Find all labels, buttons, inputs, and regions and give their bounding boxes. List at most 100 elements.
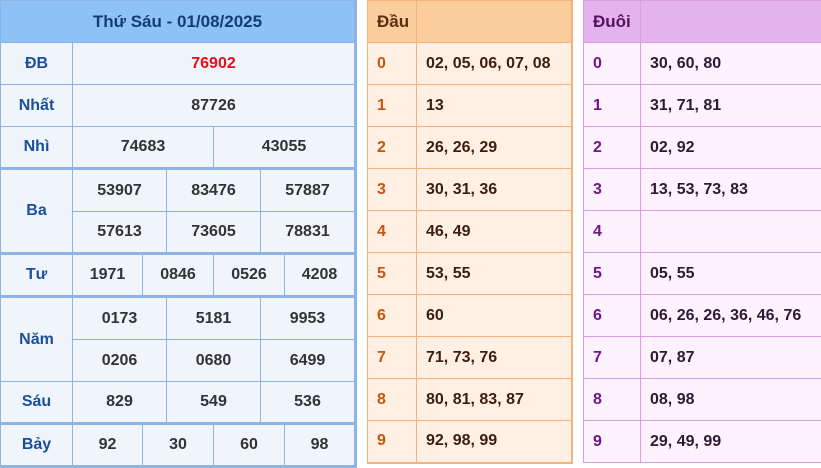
prize-number: 9953: [261, 298, 356, 340]
duoi-row: 030, 60, 80: [584, 43, 821, 85]
dau-header-blank: [417, 1, 572, 43]
duoi-digit: 6: [584, 295, 641, 337]
duoi-values: 06, 26, 26, 36, 46, 76: [641, 295, 821, 337]
prize-label: Tư: [1, 255, 73, 297]
prize-row-bay: Bảy 92 30 60 98: [1, 425, 356, 467]
dau-values: 30, 31, 36: [417, 169, 572, 211]
prize-row-nhat: Nhất 87726: [1, 85, 356, 127]
dau-digit: 1: [368, 85, 417, 127]
dau-values: 80, 81, 83, 87: [417, 379, 572, 421]
duoi-values: 29, 49, 99: [641, 421, 821, 463]
prize-number: 92: [73, 425, 143, 467]
prize-number: 549: [167, 382, 261, 424]
duoi-header: Đuôi: [584, 1, 641, 43]
prize-number: 4208: [285, 255, 356, 297]
dau-values: 02, 05, 06, 07, 08: [417, 43, 572, 85]
dau-values: 60: [417, 295, 572, 337]
prize-number: 60: [214, 425, 285, 467]
duoi-digit: 4: [584, 211, 641, 253]
prize-number: 74683: [73, 127, 214, 169]
prize-number: 0173: [73, 298, 167, 340]
dau-digit: 6: [368, 295, 417, 337]
dau-digit: 4: [368, 211, 417, 253]
duoi-digit: 2: [584, 127, 641, 169]
results-table-tu: Tư 1971 0846 0526 4208: [0, 254, 357, 298]
duoi-row: 929, 49, 99: [584, 421, 821, 463]
duoi-row: 202, 92: [584, 127, 821, 169]
prize-number: 53907: [73, 170, 167, 212]
prize-number: 87726: [73, 85, 356, 127]
duoi-digit: 5: [584, 253, 641, 295]
results-table-nam: Năm 0173 5181 9953 0206 0680 6499 Sáu 82…: [0, 297, 357, 425]
duoi-values: 02, 92: [641, 127, 821, 169]
dau-digit: 0: [368, 43, 417, 85]
prize-number: 83476: [167, 170, 261, 212]
dau-values: 71, 73, 76: [417, 337, 572, 379]
prize-number: 98: [285, 425, 356, 467]
dau-digit: 5: [368, 253, 417, 295]
duoi-digit: 9: [584, 421, 641, 463]
prize-number: 0206: [73, 340, 167, 382]
duoi-row: 707, 87: [584, 337, 821, 379]
dau-row: 446, 49: [368, 211, 572, 253]
prize-row-db: ĐB 76902: [1, 43, 356, 85]
duoi-row: 808, 98: [584, 379, 821, 421]
duoi-header-blank: [641, 1, 821, 43]
duoi-values: 31, 71, 81: [641, 85, 821, 127]
dau-row: 553, 55: [368, 253, 572, 295]
duoi-values: 08, 98: [641, 379, 821, 421]
dau-row: 660: [368, 295, 572, 337]
dau-digit: 9: [368, 421, 417, 463]
duoi-values: 05, 55: [641, 253, 821, 295]
results-panel: Thứ Sáu - 01/08/2025 ĐB 76902 Nhất 87726…: [0, 0, 355, 464]
prize-row-nam-1: Năm 0173 5181 9953: [1, 298, 356, 340]
prize-number: 43055: [214, 127, 356, 169]
duoi-panel: Đuôi 030, 60, 80 131, 71, 81 202, 92 313…: [583, 0, 821, 464]
duoi-values: 30, 60, 80: [641, 43, 821, 85]
dau-values: 53, 55: [417, 253, 572, 295]
duoi-row: 131, 71, 81: [584, 85, 821, 127]
results-table-ba: Ba 53907 83476 57887 57613 73605 78831: [0, 169, 357, 255]
prize-label: Nhì: [1, 127, 73, 169]
prize-number: 1971: [73, 255, 143, 297]
dau-row: 226, 26, 29: [368, 127, 572, 169]
dau-header: Đầu: [368, 1, 417, 43]
duoi-table: Đuôi 030, 60, 80 131, 71, 81 202, 92 313…: [583, 0, 821, 463]
prize-number: 0680: [167, 340, 261, 382]
duoi-values: [641, 211, 821, 253]
duoi-values: 07, 87: [641, 337, 821, 379]
prize-number: 536: [261, 382, 356, 424]
prize-label: Sáu: [1, 382, 73, 424]
dau-table: Đầu 002, 05, 06, 07, 08 113 226, 26, 29 …: [367, 0, 573, 464]
dau-row: 992, 98, 99: [368, 421, 572, 463]
prize-row-nhi: Nhì 74683 43055: [1, 127, 356, 169]
prize-number: 73605: [167, 212, 261, 254]
prize-label: Năm: [1, 298, 73, 382]
prize-number-special: 76902: [73, 43, 356, 85]
duoi-digit: 0: [584, 43, 641, 85]
dau-digit: 2: [368, 127, 417, 169]
prize-label: Nhất: [1, 85, 73, 127]
duoi-digit: 1: [584, 85, 641, 127]
duoi-digit: 8: [584, 379, 641, 421]
prize-number: 6499: [261, 340, 356, 382]
dau-row: 771, 73, 76: [368, 337, 572, 379]
duoi-values: 13, 53, 73, 83: [641, 169, 821, 211]
results-table: Thứ Sáu - 01/08/2025 ĐB 76902 Nhất 87726…: [0, 0, 357, 170]
prize-number: 0526: [214, 255, 285, 297]
prize-number: 57613: [73, 212, 167, 254]
prize-number: 78831: [261, 212, 356, 254]
results-table-bay: Bảy 92 30 60 98: [0, 424, 357, 468]
prize-number: 5181: [167, 298, 261, 340]
dau-row: 002, 05, 06, 07, 08: [368, 43, 572, 85]
prize-number: 829: [73, 382, 167, 424]
duoi-digit: 7: [584, 337, 641, 379]
dau-digit: 8: [368, 379, 417, 421]
prize-number: 57887: [261, 170, 356, 212]
duoi-digit: 3: [584, 169, 641, 211]
prize-number: 0846: [143, 255, 214, 297]
duoi-row: 606, 26, 26, 36, 46, 76: [584, 295, 821, 337]
dau-values: 46, 49: [417, 211, 572, 253]
prize-row-tu: Tư 1971 0846 0526 4208: [1, 255, 356, 297]
duoi-row: 505, 55: [584, 253, 821, 295]
